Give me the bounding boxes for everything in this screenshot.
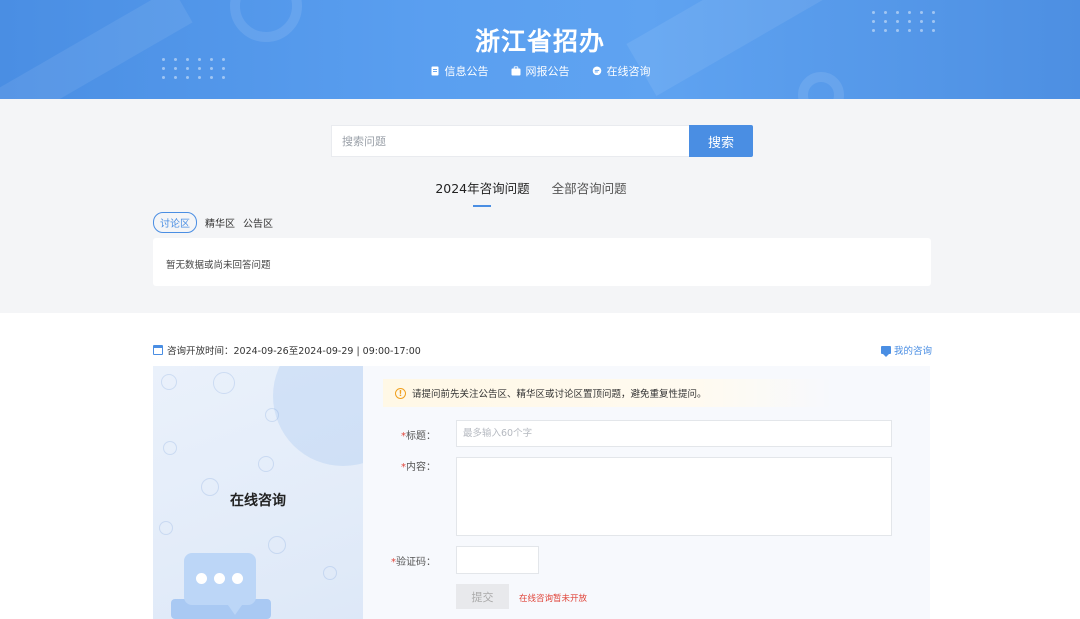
my-consult-label: 我的咨询 — [894, 346, 933, 357]
nav-item-online-registration-notice[interactable]: 网报公告 — [511, 63, 570, 79]
nav-item-info-notice[interactable]: 信息公告 — [430, 63, 489, 79]
captcha-label: *验证码： — [391, 557, 436, 568]
nav-item-online-consult[interactable]: 在线咨询 — [592, 63, 651, 79]
decor-bubble — [161, 374, 177, 390]
consult-panel: 在线咨询 ! 请提问前先关注公告区、精华区或讨论区置顶问题，避免重复性提问。 *… — [153, 366, 930, 619]
content-label: *内容： — [401, 462, 436, 473]
consult-section: 咨询开放时间：2024-09-26至2024-09-29 | 09:00-17:… — [0, 313, 1080, 619]
nav-item-label: 信息公告 — [444, 65, 489, 78]
decor-bubble — [265, 408, 279, 422]
question-tabs: 2024年咨询问题 全部咨询问题 — [0, 178, 1080, 207]
search-bar: 搜索 — [331, 125, 753, 157]
search-button[interactable]: 搜索 — [689, 125, 753, 157]
site-header: 浙江省招办 信息公告 网报公告 在线咨询 — [0, 0, 1080, 99]
title-input[interactable] — [456, 420, 892, 447]
subtab-discussion[interactable]: 讨论区 — [153, 212, 197, 233]
decor-bubble — [159, 521, 173, 535]
decor-bubble — [213, 372, 235, 394]
document-icon — [431, 66, 438, 76]
my-consult-link[interactable]: 我的咨询 — [881, 343, 932, 357]
chat-bubble-icon — [592, 66, 601, 76]
nav-item-label: 网报公告 — [525, 65, 570, 78]
calendar-icon — [153, 345, 163, 355]
site-title: 浙江省招办 — [474, 27, 605, 56]
decor-bubble — [268, 536, 286, 554]
open-time-text: 咨询开放时间：2024-09-26至2024-09-29 | 09:00-17:… — [167, 346, 421, 357]
header-nav: 信息公告 网报公告 在线咨询 — [0, 63, 1080, 79]
decor-blob — [273, 366, 363, 466]
search-input[interactable] — [331, 125, 689, 157]
chat-illustration-icon — [184, 553, 256, 615]
title-label: *标题： — [401, 431, 436, 442]
panel-title: 在线咨询 — [230, 493, 286, 509]
open-time-info: 咨询开放时间：2024-09-26至2024-09-29 | 09:00-17:… — [153, 343, 421, 357]
question-list: 暂无数据或尚未回答问题 — [153, 238, 931, 286]
consult-illustration-panel: 在线咨询 — [153, 366, 363, 619]
closed-hint: 在线咨询暂未开放 — [519, 594, 588, 604]
tab-2024-questions[interactable]: 2024年咨询问题 — [435, 178, 530, 207]
notice-text: 请提问前先关注公告区、精华区或讨论区置顶问题，避免重复性提问。 — [412, 389, 707, 400]
decor-bubble — [163, 441, 177, 455]
nav-item-label: 在线咨询 — [606, 65, 651, 78]
section-subtabs: 讨论区 精华区 公告区 — [153, 212, 273, 233]
subtab-announcements[interactable]: 公告区 — [243, 213, 273, 232]
warning-icon: ! — [395, 387, 406, 399]
tab-all-questions[interactable]: 全部咨询问题 — [552, 178, 627, 205]
subtab-featured[interactable]: 精华区 — [205, 213, 235, 232]
content-textarea[interactable] — [456, 457, 892, 536]
decor-bubble — [323, 566, 337, 580]
captcha-input[interactable] — [456, 546, 539, 574]
decor-bubble — [258, 456, 274, 472]
briefcase-icon — [511, 66, 520, 76]
submit-button[interactable]: 提交 — [456, 584, 509, 609]
notice-banner: ! 请提问前先关注公告区、精华区或讨论区置顶问题，避免重复性提问。 — [383, 379, 833, 407]
empty-state-text: 暂无数据或尚未回答问题 — [166, 260, 271, 271]
chat-icon — [881, 346, 891, 357]
